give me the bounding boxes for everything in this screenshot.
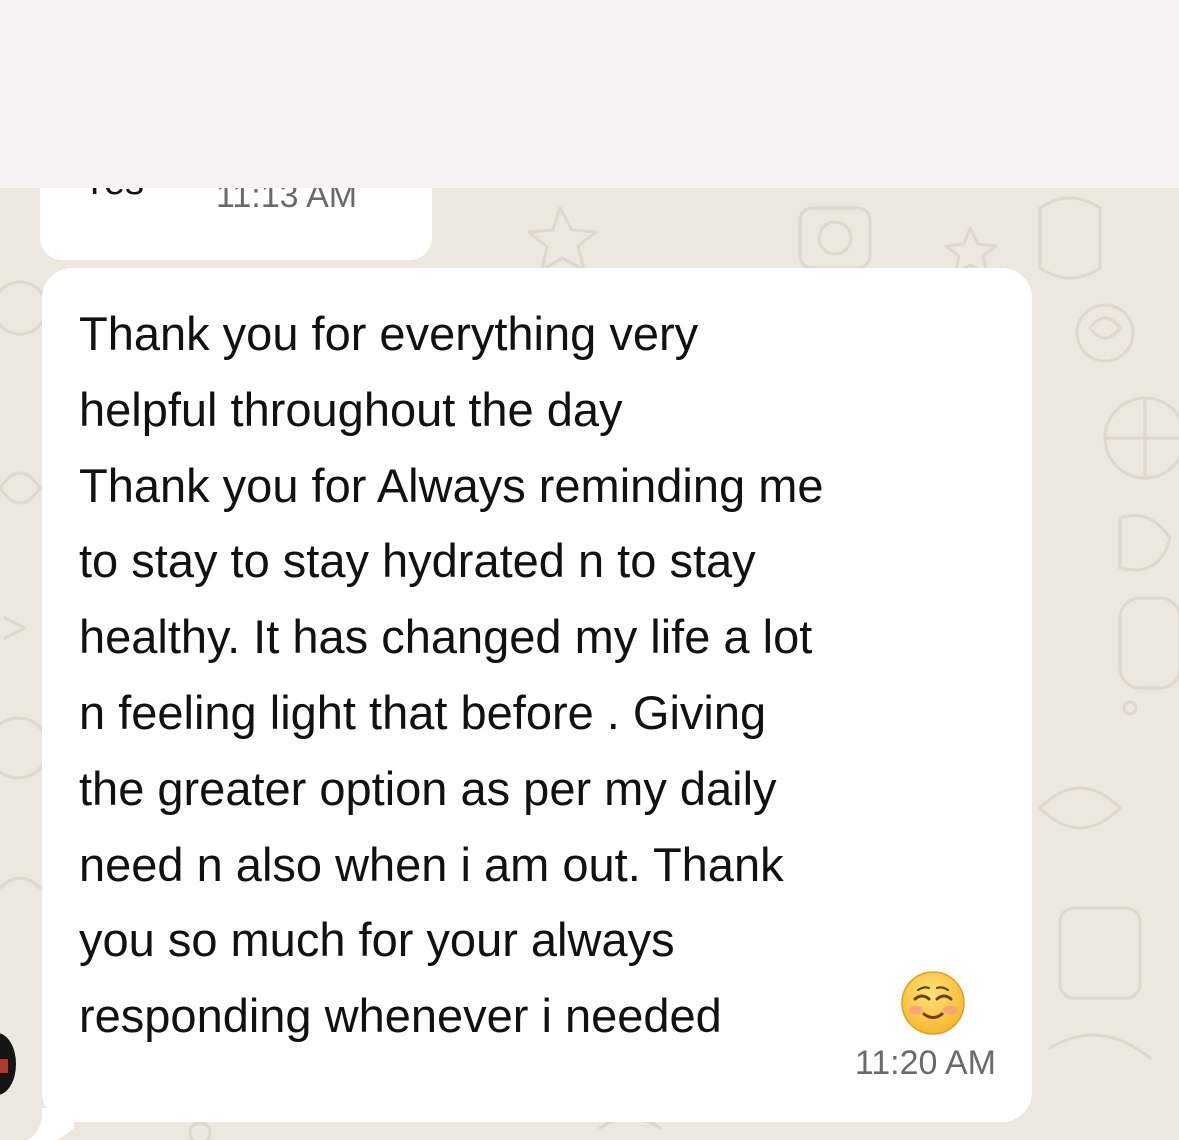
top-bar — [0, 0, 1179, 188]
message-bubble-previous[interactable]: Yes 11:13 AM — [40, 188, 432, 260]
message-timestamp-main: 11:20 AM — [854, 1044, 996, 1082]
message-timestamp-previous: 11:13 AM — [216, 188, 358, 215]
message-text-main: Thank you for everything very helpful th… — [79, 307, 824, 1043]
smiling-face-with-closed-eyes-icon — [901, 971, 965, 1035]
message-text-previous: Yes — [82, 188, 144, 204]
chat-area[interactable]: Yes 11:13 AM Thank you for everything ve… — [0, 188, 1179, 1140]
message-bubble-main[interactable]: Thank you for everything very helpful th… — [42, 268, 1032, 1122]
